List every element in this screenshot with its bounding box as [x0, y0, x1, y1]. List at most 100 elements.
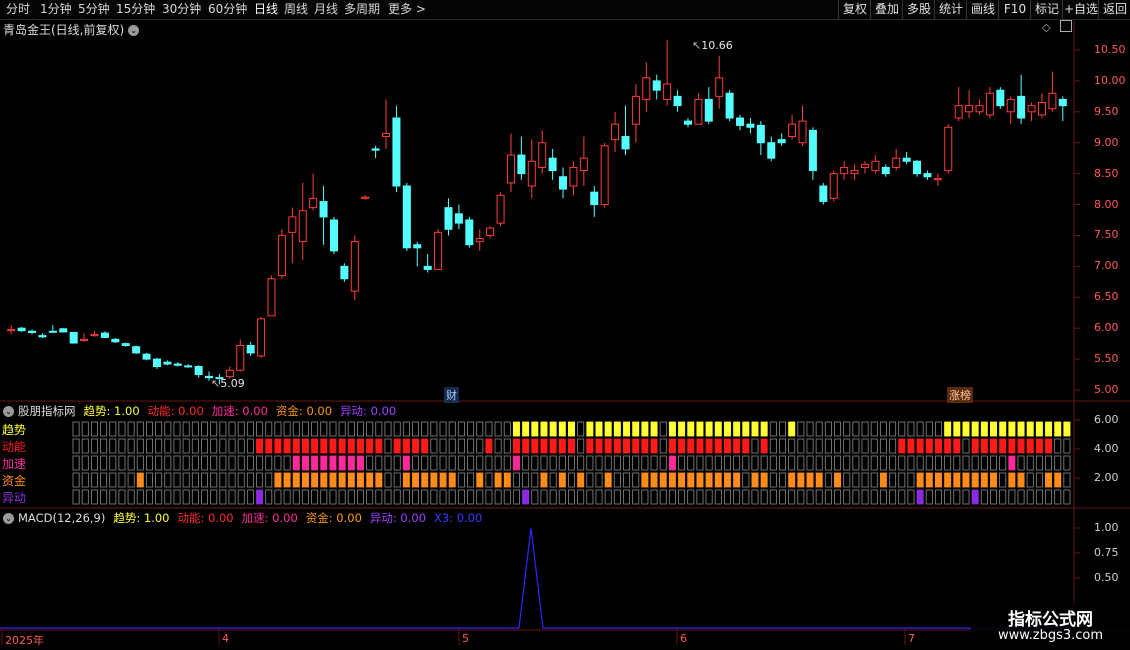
candle-body-54 — [569, 166, 578, 187]
indicator-cell-energy-64 — [659, 438, 667, 454]
indicator-cell-anomaly-13 — [191, 489, 199, 505]
indicator-cell-accel-30 — [347, 455, 355, 471]
limit-up-marker[interactable]: 涨榜 — [947, 387, 973, 403]
main-pane-title: 青岛金王(日线,前复权) ⌄ — [3, 21, 140, 38]
indicator-cell-anomaly-9 — [155, 489, 163, 505]
indicator-cell-trend-74 — [751, 421, 759, 437]
indicator-cell-anomaly-34 — [384, 489, 392, 505]
indicator-cell-anomaly-40 — [439, 489, 447, 505]
indicator-cell-trend-33 — [375, 421, 383, 437]
indicator-cell-anomaly-29 — [338, 489, 346, 505]
indicator-cell-energy-0 — [72, 438, 80, 454]
indicator-cell-fund-60 — [623, 472, 631, 488]
macd-tick-label-0: 1.00 — [1094, 521, 1119, 534]
finance-marker[interactable]: 财 — [444, 387, 459, 403]
indicator-cell-fund-71 — [723, 472, 731, 488]
indicator-cell-energy-85 — [852, 438, 860, 454]
candle-body-24 — [257, 318, 266, 357]
indicator-cell-fund-97 — [962, 472, 970, 488]
indicator-cell-anomaly-53 — [558, 489, 566, 505]
indicator-cell-anomaly-66 — [678, 489, 686, 505]
indicator-cell-anomaly-97 — [962, 489, 970, 505]
candle-body-100 — [1048, 92, 1057, 110]
indicator-cell-energy-87 — [870, 438, 878, 454]
indicator-cell-trend-3 — [100, 421, 108, 437]
diamond-icon[interactable]: ◇ — [1042, 21, 1050, 34]
candle-body-39 — [413, 244, 422, 249]
indicator-cell-fund-91 — [907, 472, 915, 488]
candle-body-72 — [756, 124, 765, 144]
candle-body-56 — [590, 191, 599, 206]
indicator-cell-accel-78 — [788, 455, 796, 471]
indicator-cell-anomaly-48 — [512, 489, 520, 505]
indicator-cell-anomaly-22 — [274, 489, 282, 505]
price-tick-label-10: 5.50 — [1094, 352, 1119, 366]
indicator-cell-fund-0 — [72, 472, 80, 488]
square-icon[interactable] — [1060, 20, 1072, 32]
indicator-cell-fund-65 — [668, 472, 676, 488]
indicator-cell-trend-80 — [806, 421, 814, 437]
indicator-cell-accel-67 — [687, 455, 695, 471]
price-tick-label-8: 6.50 — [1094, 290, 1119, 304]
indicator-cell-anomaly-4 — [109, 489, 117, 505]
indicator-cell-trend-64 — [659, 421, 667, 437]
indicator-cell-trend-54 — [568, 421, 575, 437]
indicator-cell-trend-50 — [531, 421, 539, 437]
candle-body-88 — [923, 173, 932, 178]
indicator-cell-accel-7 — [136, 455, 144, 471]
indicator-cell-anomaly-87 — [870, 489, 878, 505]
indicator-cell-fund-82 — [824, 472, 832, 488]
indicator-cell-accel-91 — [907, 455, 915, 471]
indicator-cell-anomaly-74 — [751, 489, 759, 505]
indicator-cell-energy-42 — [457, 438, 465, 454]
indicator-cell-accel-5 — [118, 455, 126, 471]
indicator-cell-energy-41 — [448, 438, 456, 454]
indicator-cell-anomaly-27 — [320, 489, 328, 505]
indicator-cell-trend-39 — [430, 421, 438, 437]
indicator-field-2: 加速: 0.00 — [211, 404, 268, 418]
indicator-cell-trend-60 — [623, 421, 631, 437]
indicator-cell-anomaly-68 — [696, 489, 704, 505]
chevron-down-icon[interactable]: ⌄ — [3, 513, 14, 524]
indicator-cell-trend-101 — [999, 421, 1007, 437]
indicator-cell-fund-88 — [879, 472, 887, 488]
chevron-down-icon[interactable]: ⌄ — [3, 406, 14, 417]
indicator-cell-trend-57 — [595, 421, 603, 437]
indicator-cell-trend-5 — [118, 421, 126, 437]
indicator-cell-anomaly-80 — [806, 489, 814, 505]
indicator-cell-trend-51 — [540, 421, 548, 437]
indicator-cell-accel-107 — [1054, 455, 1062, 471]
indicator-cell-accel-55 — [577, 455, 585, 471]
candle-body-94 — [985, 92, 994, 116]
indicator-cell-accel-41 — [448, 455, 456, 471]
indicator-cell-energy-104 — [1026, 438, 1034, 454]
indicator-cell-energy-37 — [412, 438, 420, 454]
candle-body-75 — [788, 123, 797, 138]
chevron-down-icon[interactable]: ⌄ — [128, 25, 140, 36]
indicator-cell-anomaly-57 — [595, 489, 603, 505]
indicator-cell-trend-42 — [457, 421, 465, 437]
indicator-cell-fund-103 — [1017, 472, 1025, 488]
indicator-cell-fund-63 — [650, 472, 658, 488]
indicator-cell-anomaly-98 — [971, 489, 979, 505]
indicator-cell-anomaly-84 — [843, 489, 851, 505]
indicator-cell-accel-83 — [834, 455, 842, 471]
indicator-cell-accel-6 — [127, 455, 135, 471]
indicator-cell-energy-93 — [925, 438, 933, 454]
indicator-cell-anomaly-52 — [549, 489, 557, 505]
price-tick-label-0: 10.50 — [1094, 43, 1126, 56]
indicator-cell-trend-71 — [723, 421, 731, 437]
candle-body-82 — [860, 163, 869, 168]
indicator-cell-trend-62 — [641, 421, 649, 437]
indicator-cell-trend-70 — [714, 421, 722, 437]
indicator-cell-energy-99 — [980, 438, 988, 454]
indicator-cell-trend-4 — [109, 421, 117, 437]
indicator-cell-anomaly-65 — [668, 489, 676, 505]
indicator-cell-anomaly-64 — [659, 489, 667, 505]
indicator-cell-energy-90 — [898, 438, 906, 454]
stock-title: 青岛金王(日线,前复权) — [3, 23, 125, 37]
candle-body-92 — [965, 105, 974, 113]
indicator-cell-anomaly-36 — [402, 489, 410, 505]
indicator-cell-anomaly-73 — [742, 489, 750, 505]
indicator-cell-energy-72 — [733, 438, 741, 454]
